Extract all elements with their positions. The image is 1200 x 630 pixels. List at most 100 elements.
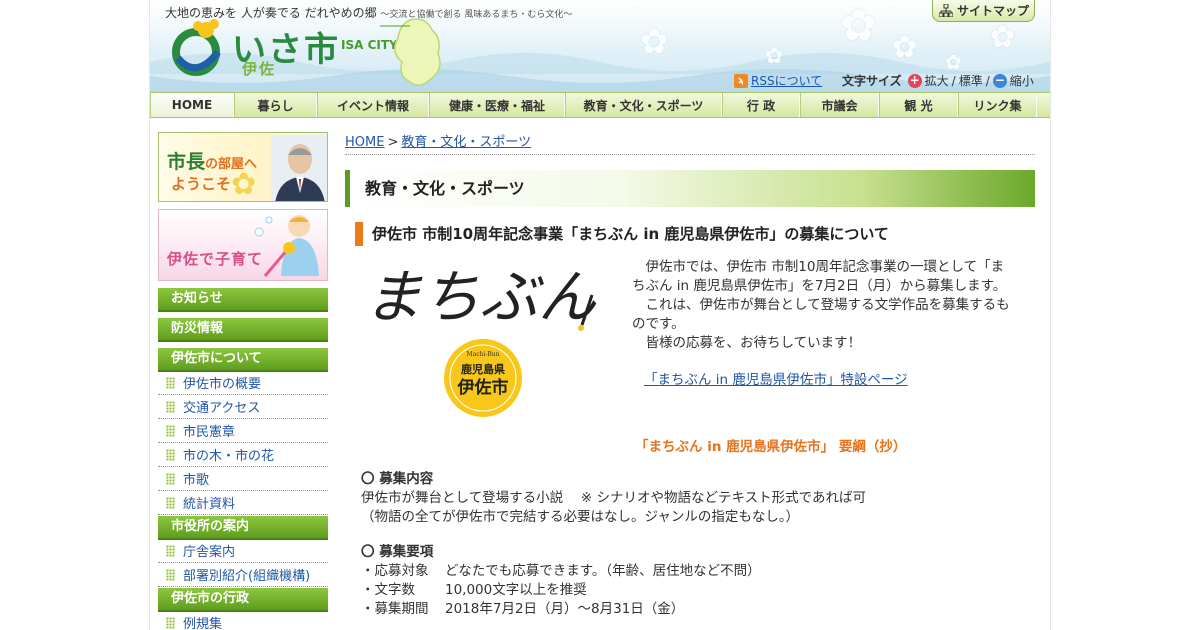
seal-line2: 伊佐市 [457,377,509,398]
bullet-icon [166,472,175,485]
shrink-icon[interactable]: − [992,73,1007,88]
recruit-terms-heading: 〇 募集要項 [361,544,434,560]
recruit-terms-block: 〇 募集要項 ・応募対象 どなたでも応募できます。（年齢、居住地など不問） ・文… [361,543,1001,619]
recruit-content-line: 伊佐市が舞台として登場する小説 ※ シナリオや物語などテキスト形式であれば可 [361,490,866,506]
flower-decoration-icon: ✿ [945,50,962,74]
isa-city-seal-icon: Machi-Bun 鹿児島県 伊佐市 [444,339,522,417]
seal-line1: 鹿児島県 [461,362,505,376]
flower-decoration-icon: ✿ [640,22,669,62]
sitemap-label: サイトマップ [957,4,1030,18]
bullet-icon [166,448,175,461]
nav-item-tourism[interactable]: 観 光 [879,93,958,117]
sidebar-item-label: 市民憲章 [183,425,236,440]
article-title: 伊佐市 市制10周年記念事業「まちぶん in 鹿児島県伊佐市」の募集について [355,222,1035,246]
sunflower-icon: ✿ [231,167,257,202]
mayor-room-banner[interactable]: 市長の部屋へ ようこそ ✿ [158,132,328,202]
city-logo-icon[interactable] [166,18,228,76]
mayor-banner-line2: ようこそ [171,175,232,193]
page-margin-right [1050,0,1200,630]
sitemap-button[interactable]: サイトマップ [932,0,1035,22]
mayor-photo-icon [271,135,327,201]
bullet-icon [166,376,175,389]
nav-item-council[interactable]: 市議会 [800,93,879,117]
sidebar-heading-about[interactable]: 伊佐市について [158,348,328,372]
bullet-icon [166,568,175,581]
sidebar-item-departments[interactable]: 部署別紹介(組織機構) [158,563,328,587]
sidebar-heading-administration[interactable]: 伊佐市の行政 [158,588,328,612]
rss-icon[interactable]: ϡ [734,73,748,88]
seal-top-text: Machi-Bun [466,351,499,358]
isa-map-silhouette-icon [380,18,441,86]
rss-area: ϡ RSSについて [734,72,822,89]
outline-heading: 「まちぶん in 鹿児島県伊佐市」 要綱（抄） [635,439,907,455]
terms-value: 10,000文字以上を推奨 [445,582,587,598]
sidebar-item-overview[interactable]: 伊佐市の概要 [158,371,328,395]
nav-item-administration[interactable]: 行 政 [722,93,800,117]
font-enlarge-button[interactable]: 拡大 [925,72,949,89]
font-separator: / [985,73,990,88]
terms-row: ・文字数 10,000文字以上を推奨 [361,581,1001,600]
terms-value: 2018年7月2日（月）～8月31日（金） [445,601,685,617]
mayor-banner-line1a: 市長 [167,151,206,173]
font-standard-button[interactable]: 標準 [959,72,983,89]
sidebar-item-label: 庁舎案内 [183,545,236,560]
nav-item-health[interactable]: 健康・医療・福祉 [429,93,565,117]
nav-item-events[interactable]: イベント情報 [317,93,429,117]
recruit-content-block: 〇 募集内容 伊佐市が舞台として登場する小説 ※ シナリオや物語などテキスト形式… [361,470,1001,527]
childcare-banner[interactable]: 伊佐で子育て [158,209,328,281]
sidebar-item-tree-flower[interactable]: 市の木・市の花 [158,443,328,467]
terms-row: ・応募対象 どなたでも応募できます。（年齢、居住地など不問） [361,562,1001,581]
nav-item-education[interactable]: 教育・文化・スポーツ [565,93,722,117]
bullet-icon [166,616,175,629]
intro-paragraph: 伊佐市では、伊佐市 市制10周年記念事業の一環として「まちぶん in 鹿児島県伊… [632,259,1007,294]
nav-item-links[interactable]: リンク集 [958,93,1037,117]
flower-decoration-icon: ✿ [892,30,918,65]
sidebar-item-label: 部署別紹介(組織機構) [183,569,311,584]
recruit-content-heading: 〇 募集内容 [361,471,434,487]
section-title: 教育・文化・スポーツ [345,170,1035,207]
terms-row: ・募集期間 2018年7月2日（月）～8月31日（金） [361,600,1001,619]
article-intro: 伊佐市では、伊佐市 市制10周年記念事業の一環として「まちぶん in 鹿児島県伊… [632,258,1017,353]
recruit-content-line: （物語の全てが伊佐市で完結する必要はなし。ジャンルの指定もなし。） [361,509,800,525]
rss-link[interactable]: RSSについて [751,72,822,89]
nav-item-home[interactable]: HOME [150,93,234,117]
childcare-banner-label: 伊佐で子育て [167,250,264,268]
sidebar-item-regulations[interactable]: 例規集 [158,611,328,630]
bullet-icon [166,400,175,413]
page-container: ✿ ✿ ✿ ✿ ✿ ✿ 大地の恵みを 人が奏でる だれやめの郷 ～交流と協働で創… [150,0,1050,630]
special-page-link[interactable]: 「まちぶん in 鹿児島県伊佐市」特設ページ [644,368,908,388]
sidebar-item-city-song[interactable]: 市歌 [158,467,328,491]
breadcrumb-current-link[interactable]: 教育・文化・スポーツ [401,135,531,150]
font-shrink-button[interactable]: 縮小 [1010,72,1034,89]
sidebar-heading-disaster[interactable]: 防災情報 [158,318,328,342]
sitemap-icon [939,4,953,17]
flower-decoration-icon: ✿ [765,44,784,69]
global-nav: HOME 暮らし イベント情報 健康・医療・福祉 教育・文化・スポーツ 行 政 … [150,92,1050,118]
sidebar-item-statistics[interactable]: 統計資料 [158,491,328,515]
sidebar-heading-news[interactable]: お知らせ [158,288,328,312]
machibun-logo: まちぶん [364,263,597,331]
enlarge-icon[interactable]: + [907,73,922,88]
sidebar-item-label: 例規集 [183,617,223,630]
intro-paragraph: これは、伊佐市が舞台として登場する文学作品を募集するものです。 [632,297,1010,332]
terms-value: どなたでも応募できます。（年齢、居住地など不問） [445,563,761,579]
machibun-logo-text: まちぶん [364,263,597,331]
terms-key: ・募集期間 [361,601,429,617]
bullet-icon [166,544,175,557]
sidebar-item-charter[interactable]: 市民憲章 [158,419,328,443]
breadcrumb-home-link[interactable]: HOME [345,135,384,150]
sidebar-item-label: 統計資料 [183,497,236,512]
sidebar-item-label: 市の木・市の花 [183,449,275,464]
sidebar-heading-city-hall[interactable]: 市役所の案内 [158,516,328,540]
nav-item-living[interactable]: 暮らし [234,93,317,117]
sidebar-item-access[interactable]: 交通アクセス [158,395,328,419]
baby-illustration-icon [254,215,319,277]
terms-key: ・文字数 [361,582,415,598]
font-separator: / [951,73,956,88]
font-size-controls: 文字サイズ + 拡大 / 標準 / − 縮小 [842,72,1034,89]
breadcrumb: HOME > 教育・文化・スポーツ [345,131,1035,155]
sidebar-item-building[interactable]: 庁舎案内 [158,539,328,563]
terms-key: ・応募対象 [361,563,429,579]
breadcrumb-separator: > [387,135,399,150]
page-margin-left [0,0,150,630]
